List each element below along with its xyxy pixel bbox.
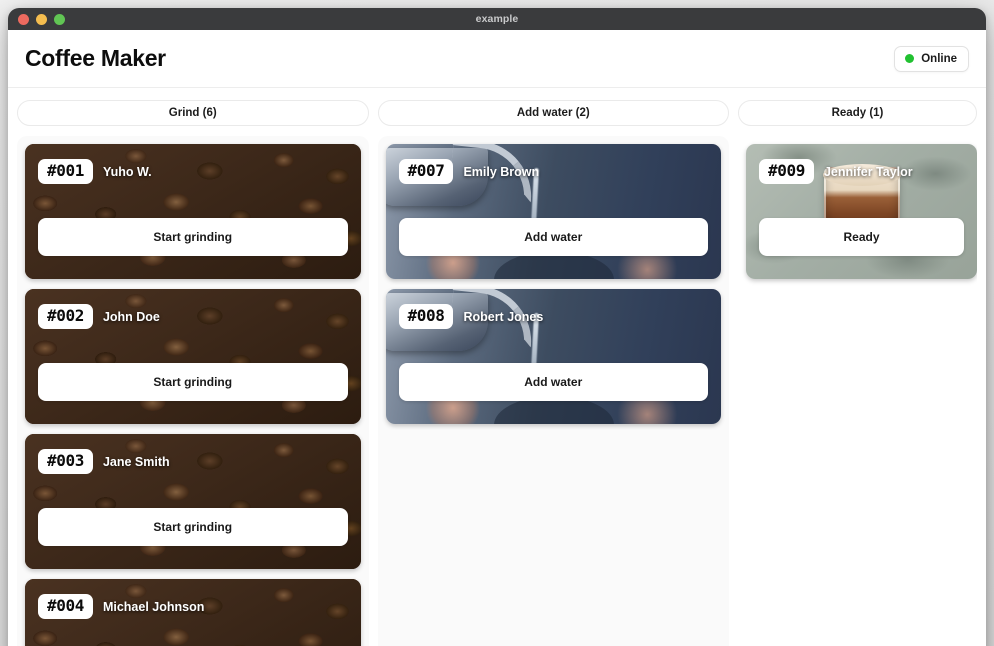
customer-name: Michael Johnson: [102, 599, 205, 614]
window-title: example: [475, 13, 519, 25]
close-window-icon[interactable]: [18, 13, 29, 25]
ready-button[interactable]: Ready: [759, 218, 964, 256]
page-title: Coffee Maker: [25, 45, 166, 71]
card-header: #004 Michael Johnson: [38, 594, 205, 620]
column-grind: #001 Yuho W. Start grinding #002 John Do…: [17, 136, 369, 646]
customer-name: Jane Smith: [102, 454, 170, 469]
window-titlebar: example: [8, 8, 986, 30]
tab-add-water[interactable]: Add water (2): [377, 100, 729, 126]
order-id-badge: #008: [398, 304, 454, 330]
minimize-window-icon[interactable]: [36, 13, 47, 25]
order-id-badge: #002: [38, 304, 93, 330]
start-grinding-button[interactable]: Start grinding: [38, 218, 348, 256]
order-card[interactable]: #009 Jennifer Taylor Ready: [746, 144, 977, 279]
card-header: #002 John Doe: [38, 304, 160, 330]
card-list-add-water: #007 Emily Brown Add water #008 Robert J…: [385, 144, 721, 424]
order-id-badge: #009: [759, 159, 814, 185]
online-status-dot-icon: [905, 54, 915, 63]
order-id-badge: #003: [38, 449, 93, 475]
card-list-ready: #009 Jennifer Taylor Ready: [746, 144, 977, 279]
customer-name: Robert Jones: [463, 309, 544, 324]
order-card[interactable]: #002 John Doe Start grinding: [25, 289, 361, 424]
card-header: #001 Yuho W.: [38, 159, 152, 185]
order-id-badge: #001: [38, 159, 93, 185]
card-header: #007 Emily Brown: [398, 159, 540, 185]
column-add-water: #007 Emily Brown Add water #008 Robert J…: [377, 136, 729, 646]
order-card[interactable]: #003 Jane Smith Start grinding: [25, 434, 361, 569]
card-header: #008 Robert Jones: [398, 304, 544, 330]
order-id-badge: #007: [398, 159, 454, 185]
start-grinding-button[interactable]: Start grinding: [38, 508, 348, 546]
column-ready: #009 Jennifer Taylor Ready: [738, 136, 977, 646]
tab-ready[interactable]: Ready (1): [738, 100, 977, 126]
card-list-grind: #001 Yuho W. Start grinding #002 John Do…: [25, 144, 361, 646]
customer-name: Jennifer Taylor: [823, 164, 913, 179]
card-header: #003 Jane Smith: [38, 449, 170, 475]
window-traffic-lights: [18, 8, 65, 30]
order-card[interactable]: #007 Emily Brown Add water: [385, 144, 721, 279]
start-grinding-button[interactable]: Start grinding: [38, 363, 348, 401]
customer-name: Emily Brown: [463, 164, 540, 179]
app-header: Coffee Maker Online: [8, 30, 986, 88]
kanban-board: Grind (6) Add water (2) Ready (1) #001 Y…: [8, 88, 986, 646]
add-water-button[interactable]: Add water: [398, 218, 708, 256]
app-window: example Coffee Maker Online Grind (6) Ad…: [8, 8, 986, 646]
order-id-badge: #004: [38, 594, 93, 620]
column-tabs: Grind (6) Add water (2) Ready (1): [17, 100, 977, 126]
customer-name: Yuho W.: [102, 164, 152, 179]
order-card[interactable]: #008 Robert Jones Add water: [385, 289, 721, 424]
tab-grind[interactable]: Grind (6): [17, 100, 369, 126]
order-card[interactable]: #004 Michael Johnson Start grinding: [25, 579, 361, 646]
status-badge: Online: [894, 45, 969, 72]
status-badge-label: Online: [921, 52, 957, 65]
columns-container: #001 Yuho W. Start grinding #002 John Do…: [17, 136, 977, 646]
screen: example Coffee Maker Online Grind (6) Ad…: [0, 0, 994, 646]
add-water-button[interactable]: Add water: [398, 363, 708, 401]
maximize-window-icon[interactable]: [54, 13, 65, 25]
order-card[interactable]: #001 Yuho W. Start grinding: [25, 144, 361, 279]
card-header: #009 Jennifer Taylor: [759, 159, 913, 185]
customer-name: John Doe: [102, 309, 160, 324]
